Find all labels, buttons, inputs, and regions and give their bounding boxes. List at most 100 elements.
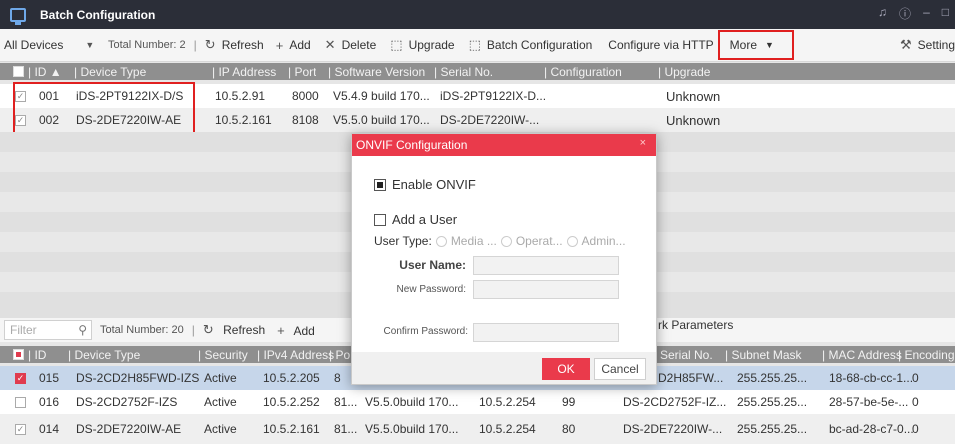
radio-operator[interactable] xyxy=(500,235,512,247)
table-row[interactable]: ✓ 014 DS-2DE7220IW-AE Active 10.5.2.161 … xyxy=(0,414,955,444)
refresh-online-button[interactable]: ↻ Refresh xyxy=(203,322,265,338)
row-id: 016 xyxy=(39,395,60,409)
batch-icon: ⬚ xyxy=(468,37,481,52)
enable-onvif-checkbox[interactable]: Enable ONVIF xyxy=(374,177,476,192)
settings-button[interactable]: ⚒ Setting xyxy=(900,29,955,61)
more-label: More xyxy=(729,38,758,52)
delete-button[interactable]: ✕ Delete xyxy=(325,29,377,61)
title-bar: Batch Configuration ♫ ⓘ – □ xyxy=(0,0,955,29)
maximize-icon[interactable]: □ xyxy=(942,5,949,22)
batch-config-button[interactable]: ⬚ Batch Configuration xyxy=(469,29,593,61)
select-all-online-checkbox[interactable] xyxy=(13,346,24,363)
row-version: V5.4.9 build 170... xyxy=(333,89,430,103)
chevron-down-icon: ▼ xyxy=(85,40,95,50)
col-serial[interactable]: | Serial No. xyxy=(434,63,493,80)
radio-admin[interactable] xyxy=(566,235,578,247)
row-id: 015 xyxy=(39,371,60,385)
more-button[interactable]: More ▼ xyxy=(717,30,794,60)
row-checkbox[interactable]: ✓ xyxy=(15,114,26,126)
add-label: Add xyxy=(289,38,311,52)
row-serial: DS-2CD2752F-IZ... xyxy=(623,395,727,409)
configure-http-button[interactable]: Configure via HTTP xyxy=(608,29,713,61)
network-params-label: rk Parameters xyxy=(658,318,734,332)
row-http-port: 80 xyxy=(562,422,576,436)
plus-icon: + xyxy=(275,37,284,53)
add-user-checkbox[interactable]: Add a User xyxy=(374,212,457,227)
radio-media[interactable] xyxy=(435,235,447,247)
col-device-type[interactable]: | Device Type xyxy=(74,63,146,80)
row-gateway: 10.5.2.254 xyxy=(479,422,536,436)
col-security[interactable]: | Security xyxy=(198,346,248,363)
bell-icon[interactable]: ♫ xyxy=(878,5,887,22)
row-checkbox[interactable] xyxy=(15,396,26,408)
row-serial: DS-2DE7220IW-... xyxy=(440,113,540,127)
add-online-button[interactable]: + Add xyxy=(277,323,315,338)
col-device-type[interactable]: | Device Type xyxy=(68,346,140,363)
upgrade-button[interactable]: ⬚ Upgrade xyxy=(390,29,454,61)
window-title: Batch Configuration xyxy=(40,7,156,22)
row-http-port: 99 xyxy=(562,395,576,409)
row-mac: 28-57-be-5e-... xyxy=(829,395,909,409)
table-row[interactable]: 016 DS-2CD2752F-IZS Active 10.5.2.252 81… xyxy=(0,390,955,414)
user-type-row: User Type: Media ... Operat... Admin... xyxy=(374,234,626,248)
row-id: 002 xyxy=(39,113,60,127)
row-ip: 10.5.2.91 xyxy=(215,89,266,103)
row-encoding: 0 xyxy=(912,422,919,436)
col-upgrade[interactable]: | Upgrade xyxy=(658,63,710,80)
confirm-password-input[interactable] xyxy=(473,323,619,342)
user-type-media-label: Media ... xyxy=(450,234,497,248)
info-icon[interactable]: ⓘ xyxy=(899,5,911,22)
divider: | xyxy=(191,323,195,337)
row-port: 81... xyxy=(334,422,358,436)
row-security: Active xyxy=(204,422,237,436)
chevron-down-icon: ▼ xyxy=(765,40,774,50)
filter-input[interactable]: Filter ⚲ xyxy=(4,320,92,340)
col-mac[interactable]: | MAC Address xyxy=(822,346,902,363)
row-serial: D2H85FW... xyxy=(658,371,724,385)
row-checkbox[interactable]: ✓ xyxy=(15,372,26,384)
ok-button[interactable]: OK xyxy=(542,358,590,380)
row-checkbox[interactable]: ✓ xyxy=(15,423,26,435)
network-params-button[interactable]: rk Parameters xyxy=(658,318,733,332)
close-icon[interactable]: × xyxy=(640,137,646,149)
col-id[interactable]: | ID xyxy=(28,346,46,363)
minimize-icon[interactable]: – xyxy=(923,5,930,22)
row-subnet: 255.255.25... xyxy=(737,422,808,436)
row-subnet: 255.255.25... xyxy=(737,371,808,385)
col-encoding[interactable]: | Encoding xyxy=(898,346,955,363)
user-name-input[interactable] xyxy=(473,256,619,275)
new-password-input[interactable] xyxy=(473,280,619,299)
table-row[interactable]: ✓ 002 DS-2DE7220IW-AE 10.5.2.161 8108 V5… xyxy=(0,108,955,132)
row-id: 014 xyxy=(39,422,60,436)
dialog-header: ONVIF Configuration × xyxy=(352,134,656,156)
row-device-type: DS-2DE7220IW-AE xyxy=(76,422,182,436)
add-button[interactable]: + Add xyxy=(276,29,311,61)
row-checkbox[interactable]: ✓ xyxy=(15,90,26,102)
col-id[interactable]: | ID ▲ xyxy=(28,63,62,80)
device-filter-dropdown[interactable]: All Devices ▼ xyxy=(0,29,108,61)
select-all-checkbox[interactable] xyxy=(13,63,24,80)
col-software[interactable]: | Software Version xyxy=(328,63,425,80)
checkbox-unchecked-icon xyxy=(374,213,386,226)
col-ipv4[interactable]: | IPv4 Address xyxy=(257,346,334,363)
row-device-type: DS-2DE7220IW-AE xyxy=(76,113,182,127)
enable-onvif-label: Enable ONVIF xyxy=(392,177,476,192)
cancel-button[interactable]: Cancel xyxy=(594,358,646,380)
col-port[interactable]: | Port xyxy=(288,63,316,80)
row-gateway: 10.5.2.254 xyxy=(479,395,536,409)
dialog-footer: OK Cancel xyxy=(352,352,656,384)
confirm-password-label: Confirm Password: xyxy=(383,326,468,337)
device-filter-label: All Devices xyxy=(4,38,64,52)
row-encoding: 0 xyxy=(912,395,919,409)
settings-label: Setting xyxy=(917,38,955,52)
col-configuration[interactable]: | Configuration xyxy=(544,63,622,80)
col-port[interactable]: | Po xyxy=(329,346,350,363)
col-ip[interactable]: | IP Address xyxy=(212,63,276,80)
row-upgrade: Unknown xyxy=(666,112,721,128)
refresh-label: Refresh xyxy=(221,38,264,52)
refresh-button[interactable]: ↻ Refresh xyxy=(205,29,264,61)
table-row[interactable]: ✓ 001 iDS-2PT9122IX-D/S 10.5.2.91 8000 V… xyxy=(0,84,955,108)
col-subnet[interactable]: | Subnet Mask xyxy=(725,346,802,363)
col-serial[interactable]: Serial No. xyxy=(660,346,713,363)
onvif-dialog: ONVIF Configuration × Enable ONVIF Add a… xyxy=(351,133,657,385)
